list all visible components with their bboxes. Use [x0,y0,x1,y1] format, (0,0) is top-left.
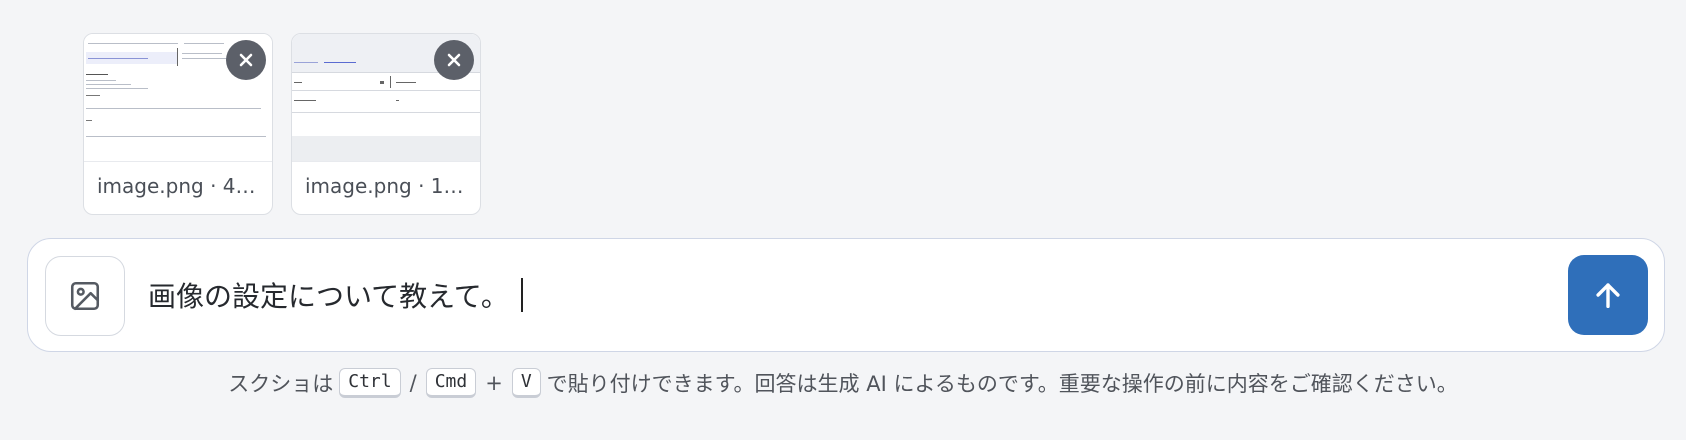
close-icon [447,53,461,67]
message-input[interactable]: 画像の設定について教えて。 [148,269,523,321]
remove-attachment-button[interactable] [226,40,266,80]
arrow-up-icon [1596,283,1620,309]
hint-prefix: スクショは [228,372,334,396]
hint-suffix: で貼り付けできます。回答は生成 AI によるものです。重要な操作の前に内容をご確… [546,372,1458,396]
attachment-list: image.png · 4… image.png · 1… [83,33,481,215]
attachment-caption: image.png · 4… [97,174,256,198]
attach-image-button[interactable] [45,256,125,336]
key-ctrl: Ctrl [339,368,401,398]
chat-composer-area: image.png · 4… image.png · 1… 画像の設定について教… [0,0,1686,440]
composer-hint: スクショは Ctrl / Cmd + V で貼り付けできます。回答は生成 AI … [0,368,1686,398]
remove-attachment-button[interactable] [434,40,474,80]
text-caret [520,278,523,312]
hint-slash: / [409,371,417,395]
close-icon [239,53,253,67]
key-cmd: Cmd [425,368,477,398]
image-icon [70,281,100,311]
attachment-card[interactable]: image.png · 1… [291,33,481,215]
message-composer: 画像の設定について教えて。 [27,238,1665,352]
hint-plus: + [485,371,503,395]
key-v: V [511,368,541,398]
attachment-card[interactable]: image.png · 4… [83,33,273,215]
send-button[interactable] [1568,255,1648,335]
message-input-value: 画像の設定について教えて。 [148,280,509,313]
attachment-caption: image.png · 1… [305,174,464,198]
